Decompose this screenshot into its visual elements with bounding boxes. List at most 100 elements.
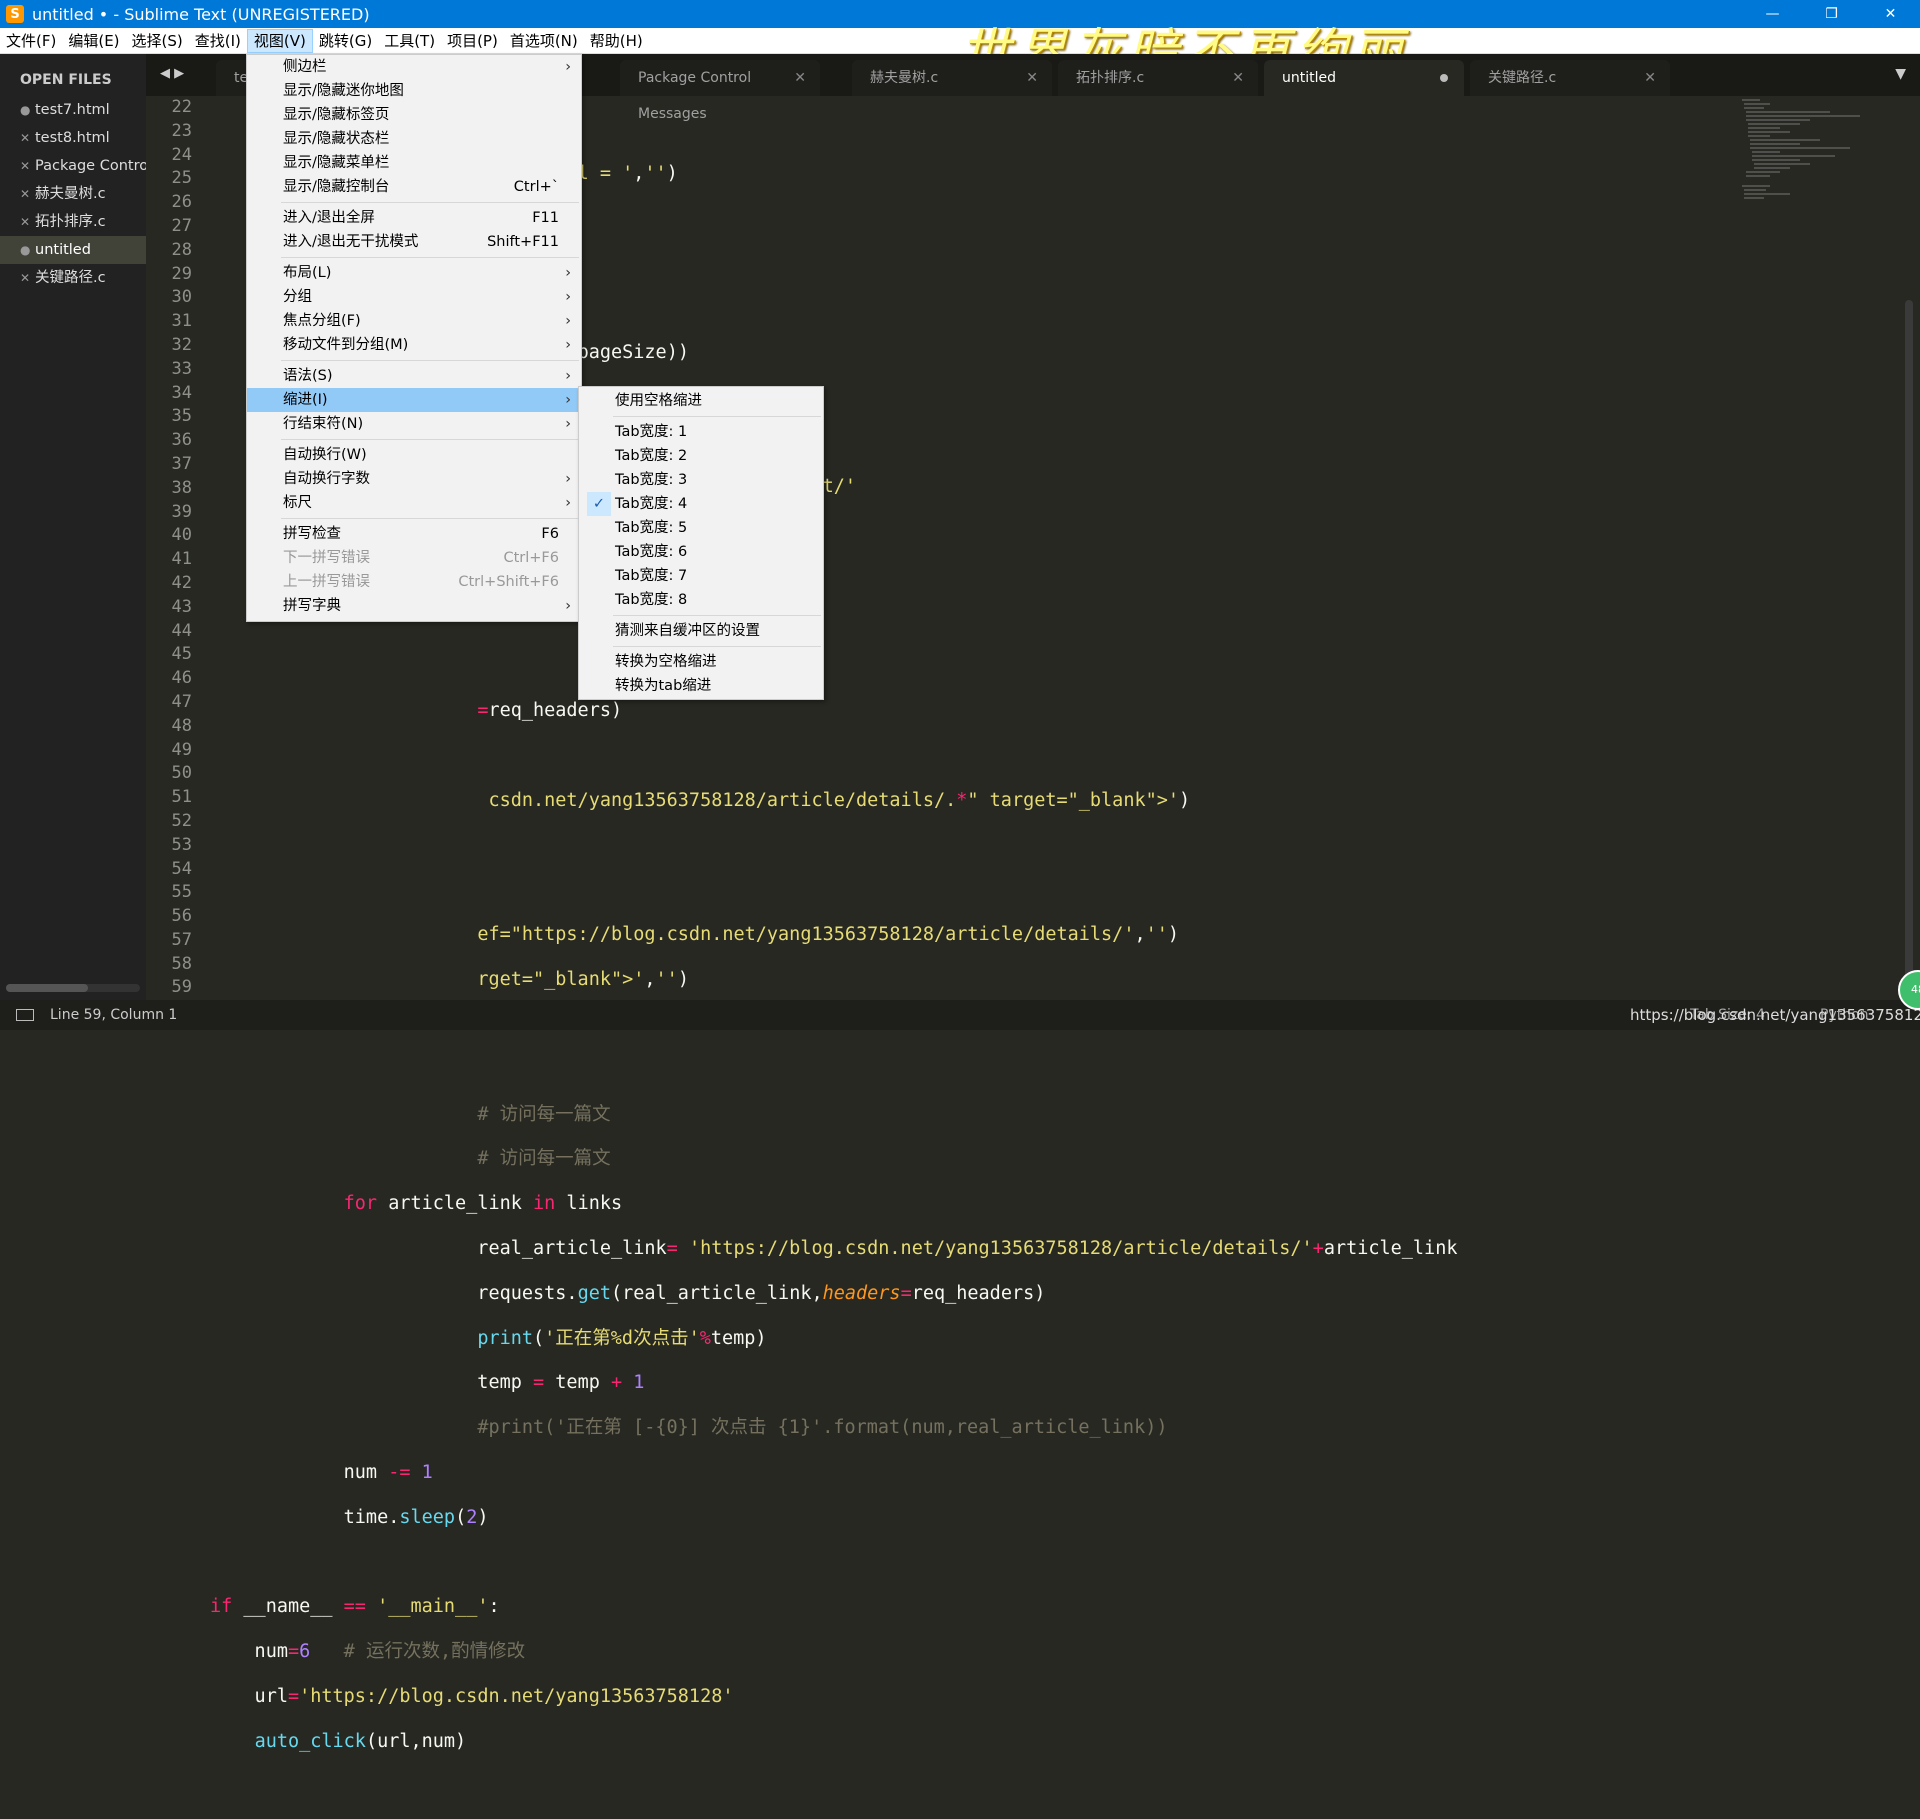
sidebar: OPEN FILES ● test7.html ✕ test8.html ✕ Pack… [0, 54, 146, 1000]
line-number: 31 [171, 311, 192, 332]
maximize-button[interactable]: ❐ [1802, 0, 1861, 28]
menu-separator [281, 202, 579, 203]
close-icon[interactable]: ✕ [794, 60, 806, 96]
menu-item[interactable]: 显示/隐藏控制台 Ctrl+` [247, 175, 581, 199]
menu-item-label: 标尺 [283, 495, 312, 511]
menu-item[interactable]: Tab宽度: 3 [579, 468, 823, 492]
menu-item[interactable]: 拼写检查 F6 [247, 522, 581, 546]
menu-item[interactable]: 自动换行字数 › [247, 467, 581, 491]
menu-item[interactable]: Tab宽度: 1 [579, 420, 823, 444]
line-number: 22 [171, 97, 192, 117]
menu-item[interactable]: 语法(S) › [247, 364, 581, 388]
window-title: untitled • - Sublime Text (UNREGISTERED) [32, 4, 370, 24]
chevron-right-icon: › [565, 392, 571, 408]
menu-item[interactable]: 侧边栏 › [247, 55, 581, 79]
close-icon[interactable]: ✕ [1232, 60, 1244, 96]
line-number: 54 [171, 858, 192, 879]
line-number: 42 [171, 572, 192, 593]
chevron-right-icon: › [565, 598, 571, 614]
monitor-icon[interactable] [16, 1009, 34, 1021]
close-icon[interactable]: ✕ [1026, 60, 1038, 96]
sidebar-scrollbar[interactable] [6, 984, 140, 992]
tab-dropdown-icon[interactable]: ▼ [1895, 66, 1906, 82]
tab-package-control-messages[interactable]: Package Control Messages ✕ [620, 60, 820, 122]
menu-item[interactable]: 显示/隐藏迷你地图 [247, 79, 581, 103]
menu-item[interactable]: 转换为tab缩进 [579, 674, 823, 698]
menu-selection[interactable]: 选择(S) [126, 29, 189, 53]
sidebar-item-untitled[interactable]: ● untitled [0, 236, 146, 264]
menu-item[interactable]: 布局(L) › [247, 261, 581, 285]
sidebar-item-huffman[interactable]: ✕ 赫夫曼树.c [0, 180, 146, 208]
menu-item[interactable]: 焦点分组(F) › [247, 309, 581, 333]
minimize-button[interactable]: — [1743, 0, 1802, 28]
menu-item[interactable]: Tab宽度: 5 [579, 516, 823, 540]
menu-item[interactable]: 上一拼写错误 Ctrl+Shift+F6 [247, 570, 581, 594]
menu-item[interactable]: 自动换行(W) [247, 443, 581, 467]
menu-item[interactable]: 转换为空格缩进 [579, 650, 823, 674]
menu-item-label: 侧边栏 [283, 59, 327, 75]
tab-huffman[interactable]: 赫夫曼树.c ✕ [852, 60, 1052, 96]
minimap[interactable] [1740, 96, 1890, 246]
close-button[interactable]: ✕ [1861, 0, 1920, 28]
tab-scroll-arrows[interactable]: ◀ ▶ [160, 66, 184, 81]
menu-preferences[interactable]: 首选项(N) [504, 29, 584, 53]
menu-item[interactable]: Tab宽度: 8 [579, 588, 823, 612]
menu-item[interactable]: 分组 › [247, 285, 581, 309]
menu-item-label: 自动换行(W) [283, 447, 367, 463]
sidebar-item-test7[interactable]: ● test7.html [0, 96, 146, 124]
menu-item[interactable]: 进入/退出全屏 F11 [247, 206, 581, 230]
status-bar: Line 59, Column 1 Tab Size: 4 Python htt… [0, 1000, 1920, 1030]
chevron-right-icon: › [565, 337, 571, 353]
line-number: 45 [171, 644, 192, 665]
line-number: 51 [171, 787, 192, 808]
menu-item[interactable]: 显示/隐藏菜单栏 [247, 151, 581, 175]
sidebar-item-package-control[interactable]: ✕ Package Control [0, 152, 146, 180]
menu-item[interactable]: ✓ Tab宽度: 4 [579, 492, 823, 516]
menu-item[interactable]: Tab宽度: 7 [579, 564, 823, 588]
tab-topo-sort[interactable]: 拓扑排序.c ✕ [1058, 60, 1258, 96]
sidebar-item-critical-path[interactable]: ✕ 关键路径.c [0, 264, 146, 292]
menu-tools[interactable]: 工具(T) [378, 29, 441, 53]
menu-item-shortcut: Ctrl+F6 [503, 550, 559, 566]
sidebar-item-topo-sort[interactable]: ✕ 拓扑排序.c [0, 208, 146, 236]
menu-item-label: 上一拼写错误 [283, 574, 370, 590]
menu-item[interactable]: 拼写字典 › [247, 594, 581, 618]
menu-help[interactable]: 帮助(H) [584, 29, 649, 53]
menu-item[interactable]: 移动文件到分组(M) › [247, 333, 581, 357]
menu-item[interactable]: 进入/退出无干扰模式 Shift+F11 [247, 230, 581, 254]
menu-edit[interactable]: 编辑(E) [62, 29, 125, 53]
menu-item-label: 显示/隐藏菜单栏 [283, 155, 390, 171]
menu-item-label: 移动文件到分组(M) [283, 337, 409, 353]
menu-item[interactable]: 缩进(I) › [247, 388, 581, 412]
menu-item[interactable]: Tab宽度: 6 [579, 540, 823, 564]
menu-separator [281, 360, 579, 361]
menu-view[interactable]: 视图(V) [246, 28, 313, 53]
menu-find[interactable]: 查找(I) [189, 29, 247, 53]
cursor-position: Line 59, Column 1 [50, 1007, 178, 1023]
line-number: 23 [171, 120, 192, 141]
menu-item[interactable]: 猜测来自缓冲区的设置 [579, 619, 823, 643]
menu-item[interactable]: 下一拼写错误 Ctrl+F6 [247, 546, 581, 570]
menu-item-label: 进入/退出全屏 [283, 210, 375, 226]
close-icon[interactable]: ✕ [1644, 60, 1656, 96]
tab-untitled[interactable]: untitled [1264, 60, 1464, 96]
line-number: 33 [171, 358, 192, 379]
menu-file[interactable]: 文件(F) [0, 29, 62, 53]
menu-item[interactable]: 行结束符(N) › [247, 412, 581, 436]
sidebar-item-test8[interactable]: ✕ test8.html [0, 124, 146, 152]
menu-item[interactable]: 标尺 › [247, 491, 581, 515]
view-menu: 侧边栏 › 显示/隐藏迷你地图 显示/隐藏标签页 显示/隐藏状态栏 显示/隐藏菜单栏 显示/… [246, 54, 582, 622]
menu-item[interactable]: 显示/隐藏标签页 [247, 103, 581, 127]
unsaved-dot-icon[interactable] [1440, 74, 1448, 82]
menu-separator [281, 257, 579, 258]
menu-item[interactable]: Tab宽度: 2 [579, 444, 823, 468]
menu-item[interactable]: 使用空格缩进 [579, 389, 823, 413]
menu-item-label: Tab宽度: 1 [615, 424, 688, 440]
menu-project[interactable]: 项目(P) [441, 29, 504, 53]
menu-goto[interactable]: 跳转(G) [313, 29, 378, 53]
indent-submenu: 使用空格缩进 Tab宽度: 1 Tab宽度: 2 Tab宽度: 3 ✓ Tab宽度: 4T… [578, 386, 824, 700]
menu-item-label: 布局(L) [283, 265, 332, 281]
tab-critical-path[interactable]: 关键路径.c ✕ [1470, 60, 1670, 96]
menu-item[interactable]: 显示/隐藏状态栏 [247, 127, 581, 151]
editor-scrollbar[interactable] [1905, 300, 1913, 980]
